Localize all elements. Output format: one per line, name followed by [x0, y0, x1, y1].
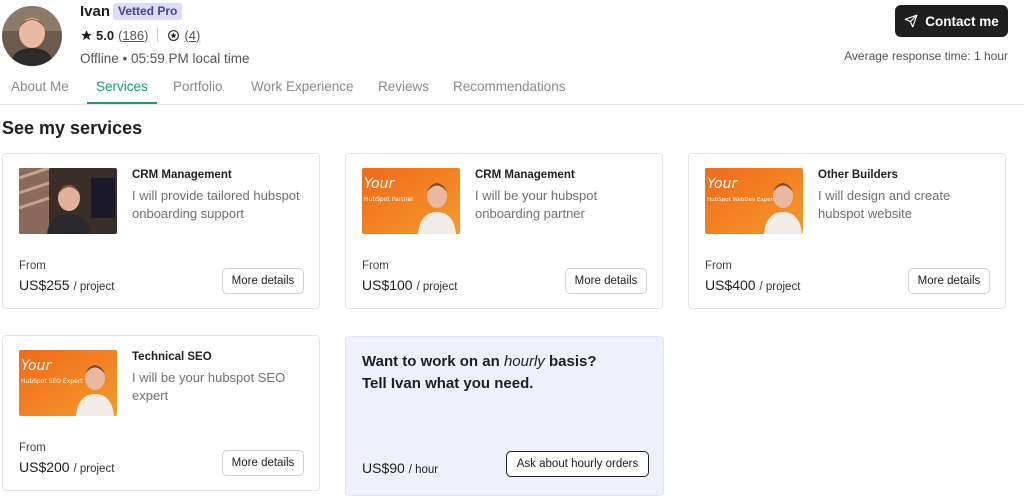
- service-category: Technical SEO: [132, 351, 212, 363]
- service-thumbnail: [19, 168, 117, 234]
- thumb-subtitle: HubSpot Partner: [364, 196, 414, 203]
- price-value: US$200: [19, 459, 70, 475]
- hourly-rate-unit: / hour: [408, 464, 439, 476]
- more-details-button[interactable]: More details: [908, 268, 990, 294]
- service-description[interactable]: I will provide tailored hubspot onboardi…: [132, 187, 312, 223]
- contact-me-button[interactable]: Contact me: [895, 5, 1008, 37]
- price-from-label: From: [19, 260, 46, 272]
- tab-recommendations[interactable]: Recommendations: [453, 79, 566, 102]
- star-icon: [81, 29, 92, 40]
- service-category: CRM Management: [132, 169, 232, 181]
- price-unit: / project: [73, 281, 115, 293]
- rating-row: 5.0 (186) (4): [80, 27, 200, 43]
- hourly-card: Want to work on an hourly basis? Tell Iv…: [345, 336, 664, 496]
- badge-star-icon: [168, 29, 180, 41]
- send-icon: [904, 14, 918, 28]
- price-value: US$100: [362, 277, 413, 293]
- profile-tabs: About Me Services Portfolio Work Experie…: [0, 75, 1024, 105]
- tab-portfolio[interactable]: Portfolio: [173, 79, 223, 102]
- service-thumbnail: Your HubSpot WebDev Expert: [705, 168, 803, 234]
- response-time: Average response time: 1 hour: [844, 49, 1008, 63]
- vetted-pro-badge: Vetted Pro: [113, 3, 183, 20]
- tab-about-me[interactable]: About Me: [11, 79, 69, 102]
- availability-status: Offline • 05:59 PM local time: [80, 51, 250, 66]
- price-unit: / project: [759, 281, 801, 293]
- divider: [157, 28, 159, 42]
- service-price: US$100 / project: [362, 277, 457, 293]
- service-category: Other Builders: [818, 169, 898, 181]
- price-from-label: From: [705, 260, 732, 272]
- section-title: See my services: [2, 118, 143, 138]
- hourly-heading-line1: Want to work on an hourly basis?: [362, 353, 597, 370]
- price-from-label: From: [362, 260, 389, 272]
- service-price: US$255 / project: [19, 277, 114, 293]
- rating-value: 5.0: [96, 27, 115, 43]
- reviews-count-link[interactable]: (186): [118, 28, 148, 43]
- contact-me-label: Contact me: [925, 13, 999, 29]
- thumb-title: Your: [21, 358, 52, 374]
- service-description[interactable]: I will be your hubspot onboarding partne…: [475, 187, 655, 223]
- price-from-label: From: [19, 442, 46, 454]
- service-category: CRM Management: [475, 169, 575, 181]
- service-card[interactable]: Your HubSpot Partner CRM Management I wi…: [345, 153, 663, 309]
- ask-hourly-orders-button[interactable]: Ask about hourly orders: [506, 451, 649, 477]
- hourly-heading-prefix: Want to work on an: [362, 353, 500, 370]
- service-card[interactable]: Your HubSpot SEO Expert Technical SEO I …: [2, 335, 320, 491]
- more-details-button[interactable]: More details: [565, 268, 647, 294]
- thumb-title: Your: [707, 176, 738, 192]
- freelancer-name: Ivan: [80, 3, 111, 20]
- service-description[interactable]: I will be your hubspot SEO expert: [132, 369, 312, 405]
- tab-work-experience[interactable]: Work Experience: [251, 79, 354, 102]
- service-description[interactable]: I will design and create hubspot website: [818, 187, 998, 223]
- thumb-title: Your: [364, 176, 395, 192]
- badges-count-link[interactable]: (4): [184, 28, 200, 43]
- service-card[interactable]: CRM Management I will provide tailored h…: [2, 153, 320, 309]
- service-thumbnail: Your HubSpot Partner: [362, 168, 460, 234]
- more-details-button[interactable]: More details: [222, 268, 304, 294]
- hourly-heading-line2: Tell Ivan what you need.: [362, 375, 534, 392]
- thumb-subtitle: HubSpot WebDev Expert: [707, 197, 776, 203]
- hourly-heading-emphasis: hourly: [503, 353, 545, 370]
- tab-services[interactable]: Services: [87, 79, 157, 104]
- tab-reviews[interactable]: Reviews: [378, 79, 429, 102]
- avatar[interactable]: [2, 6, 62, 66]
- hourly-heading-suffix: basis?: [548, 353, 597, 370]
- price-value: US$400: [705, 277, 756, 293]
- price-unit: / project: [73, 463, 115, 475]
- hourly-rate: US$90 / hour: [362, 460, 438, 476]
- price-value: US$255: [19, 277, 70, 293]
- service-card[interactable]: Your HubSpot WebDev Expert Other Builder…: [688, 153, 1006, 309]
- price-unit: / project: [416, 281, 458, 293]
- hourly-rate-value: US$90: [362, 460, 405, 476]
- service-thumbnail: Your HubSpot SEO Expert: [19, 350, 117, 416]
- thumb-subtitle: HubSpot SEO Expert: [21, 378, 83, 385]
- service-price: US$200 / project: [19, 459, 114, 475]
- more-details-button[interactable]: More details: [222, 450, 304, 476]
- service-price: US$400 / project: [705, 277, 800, 293]
